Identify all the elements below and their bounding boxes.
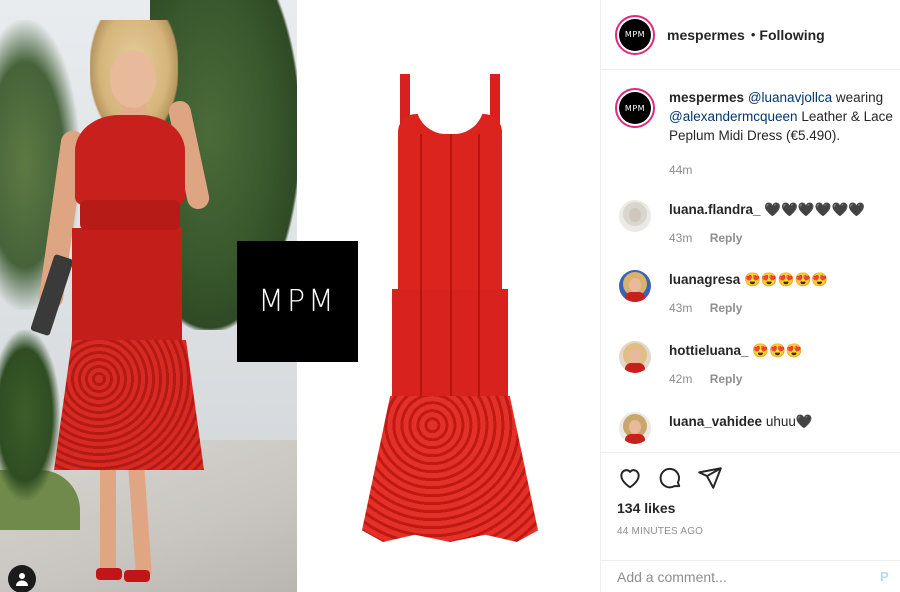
mention-link[interactable]: @luanavjollca xyxy=(748,90,832,105)
post-header: MPM mespermes • Following xyxy=(601,0,900,70)
avatar[interactable]: MPM xyxy=(615,88,655,128)
avatar-logo: MPM xyxy=(619,18,651,51)
comment-icon[interactable] xyxy=(657,465,683,491)
tagged-user-button[interactable] xyxy=(8,565,36,592)
comment-username[interactable]: luana_vahidee xyxy=(669,414,762,429)
mention-link[interactable]: @alexandermcqueen xyxy=(669,109,798,124)
avatar-logo: MPM xyxy=(619,92,651,124)
comment-text: 😍😍😍 xyxy=(752,343,803,358)
comment-text: uhuu🖤 xyxy=(765,414,813,429)
comments-list[interactable]: MPM mespermes @luanavjollca wearing @ale… xyxy=(601,70,900,452)
share-icon[interactable] xyxy=(697,465,723,491)
comment-item: luana_vahidee uhuu🖤 xyxy=(619,412,900,444)
reply-button[interactable]: Reply xyxy=(710,301,743,315)
person-icon xyxy=(16,573,28,586)
post-caption: MPM mespermes @luanavjollca wearing @ale… xyxy=(615,88,900,180)
avatar[interactable]: MPM xyxy=(615,14,655,55)
following-button[interactable]: Following xyxy=(759,27,824,43)
caption-timestamp[interactable]: 44m xyxy=(669,163,692,177)
comment-timestamp[interactable]: 42m xyxy=(669,372,692,386)
comment-username[interactable]: hottieluana_ xyxy=(669,343,749,358)
post-sidebar: MPM mespermes • Following MPM mespermes … xyxy=(600,0,900,592)
header-username[interactable]: mespermes xyxy=(667,27,745,43)
brand-logo: MPM xyxy=(237,241,358,362)
model-figure xyxy=(30,20,220,590)
comment-item: luanagresa 😍😍😍😍😍 43m Reply xyxy=(619,270,900,315)
comment-text: 🖤🖤🖤🖤🖤🖤 xyxy=(764,202,866,217)
caption-username[interactable]: mespermes xyxy=(669,90,744,105)
comment-text: 😍😍😍😍😍 xyxy=(744,272,829,287)
post-image[interactable]: MPM xyxy=(0,0,600,592)
comment-timestamp[interactable]: 43m xyxy=(669,301,692,315)
reply-button[interactable]: Reply xyxy=(710,231,743,245)
product-dress-photo xyxy=(360,74,540,544)
header-separator: • xyxy=(750,27,756,42)
comment-username[interactable]: luana.flandra_ xyxy=(669,202,761,217)
caption-text: wearing xyxy=(835,90,884,105)
post-actions: 134 likes 44 MINUTES AGO xyxy=(601,452,900,560)
reply-button[interactable]: Reply xyxy=(710,372,743,386)
commenter-avatar[interactable] xyxy=(619,412,651,444)
comment-timestamp[interactable]: 43m xyxy=(669,231,692,245)
comment-input[interactable]: Add a comment... xyxy=(617,569,872,585)
commenter-avatar[interactable] xyxy=(619,270,651,302)
post-timestamp[interactable]: 44 MINUTES AGO xyxy=(617,526,703,537)
heart-icon[interactable] xyxy=(617,465,643,491)
comment-item: luana.flandra_ 🖤🖤🖤🖤🖤🖤 43m Reply xyxy=(619,200,900,245)
commenter-avatar[interactable] xyxy=(619,200,651,232)
comment-username[interactable]: luanagresa xyxy=(669,272,740,287)
commenter-avatar[interactable] xyxy=(619,341,651,373)
comment-item: hottieluana_ 😍😍😍 42m Reply xyxy=(619,341,900,386)
comment-composer: Add a comment... P xyxy=(601,560,900,592)
like-count[interactable]: 134 likes xyxy=(617,500,675,516)
brand-logo-text: MPM xyxy=(258,284,337,319)
post-comment-button[interactable]: P xyxy=(880,569,889,584)
